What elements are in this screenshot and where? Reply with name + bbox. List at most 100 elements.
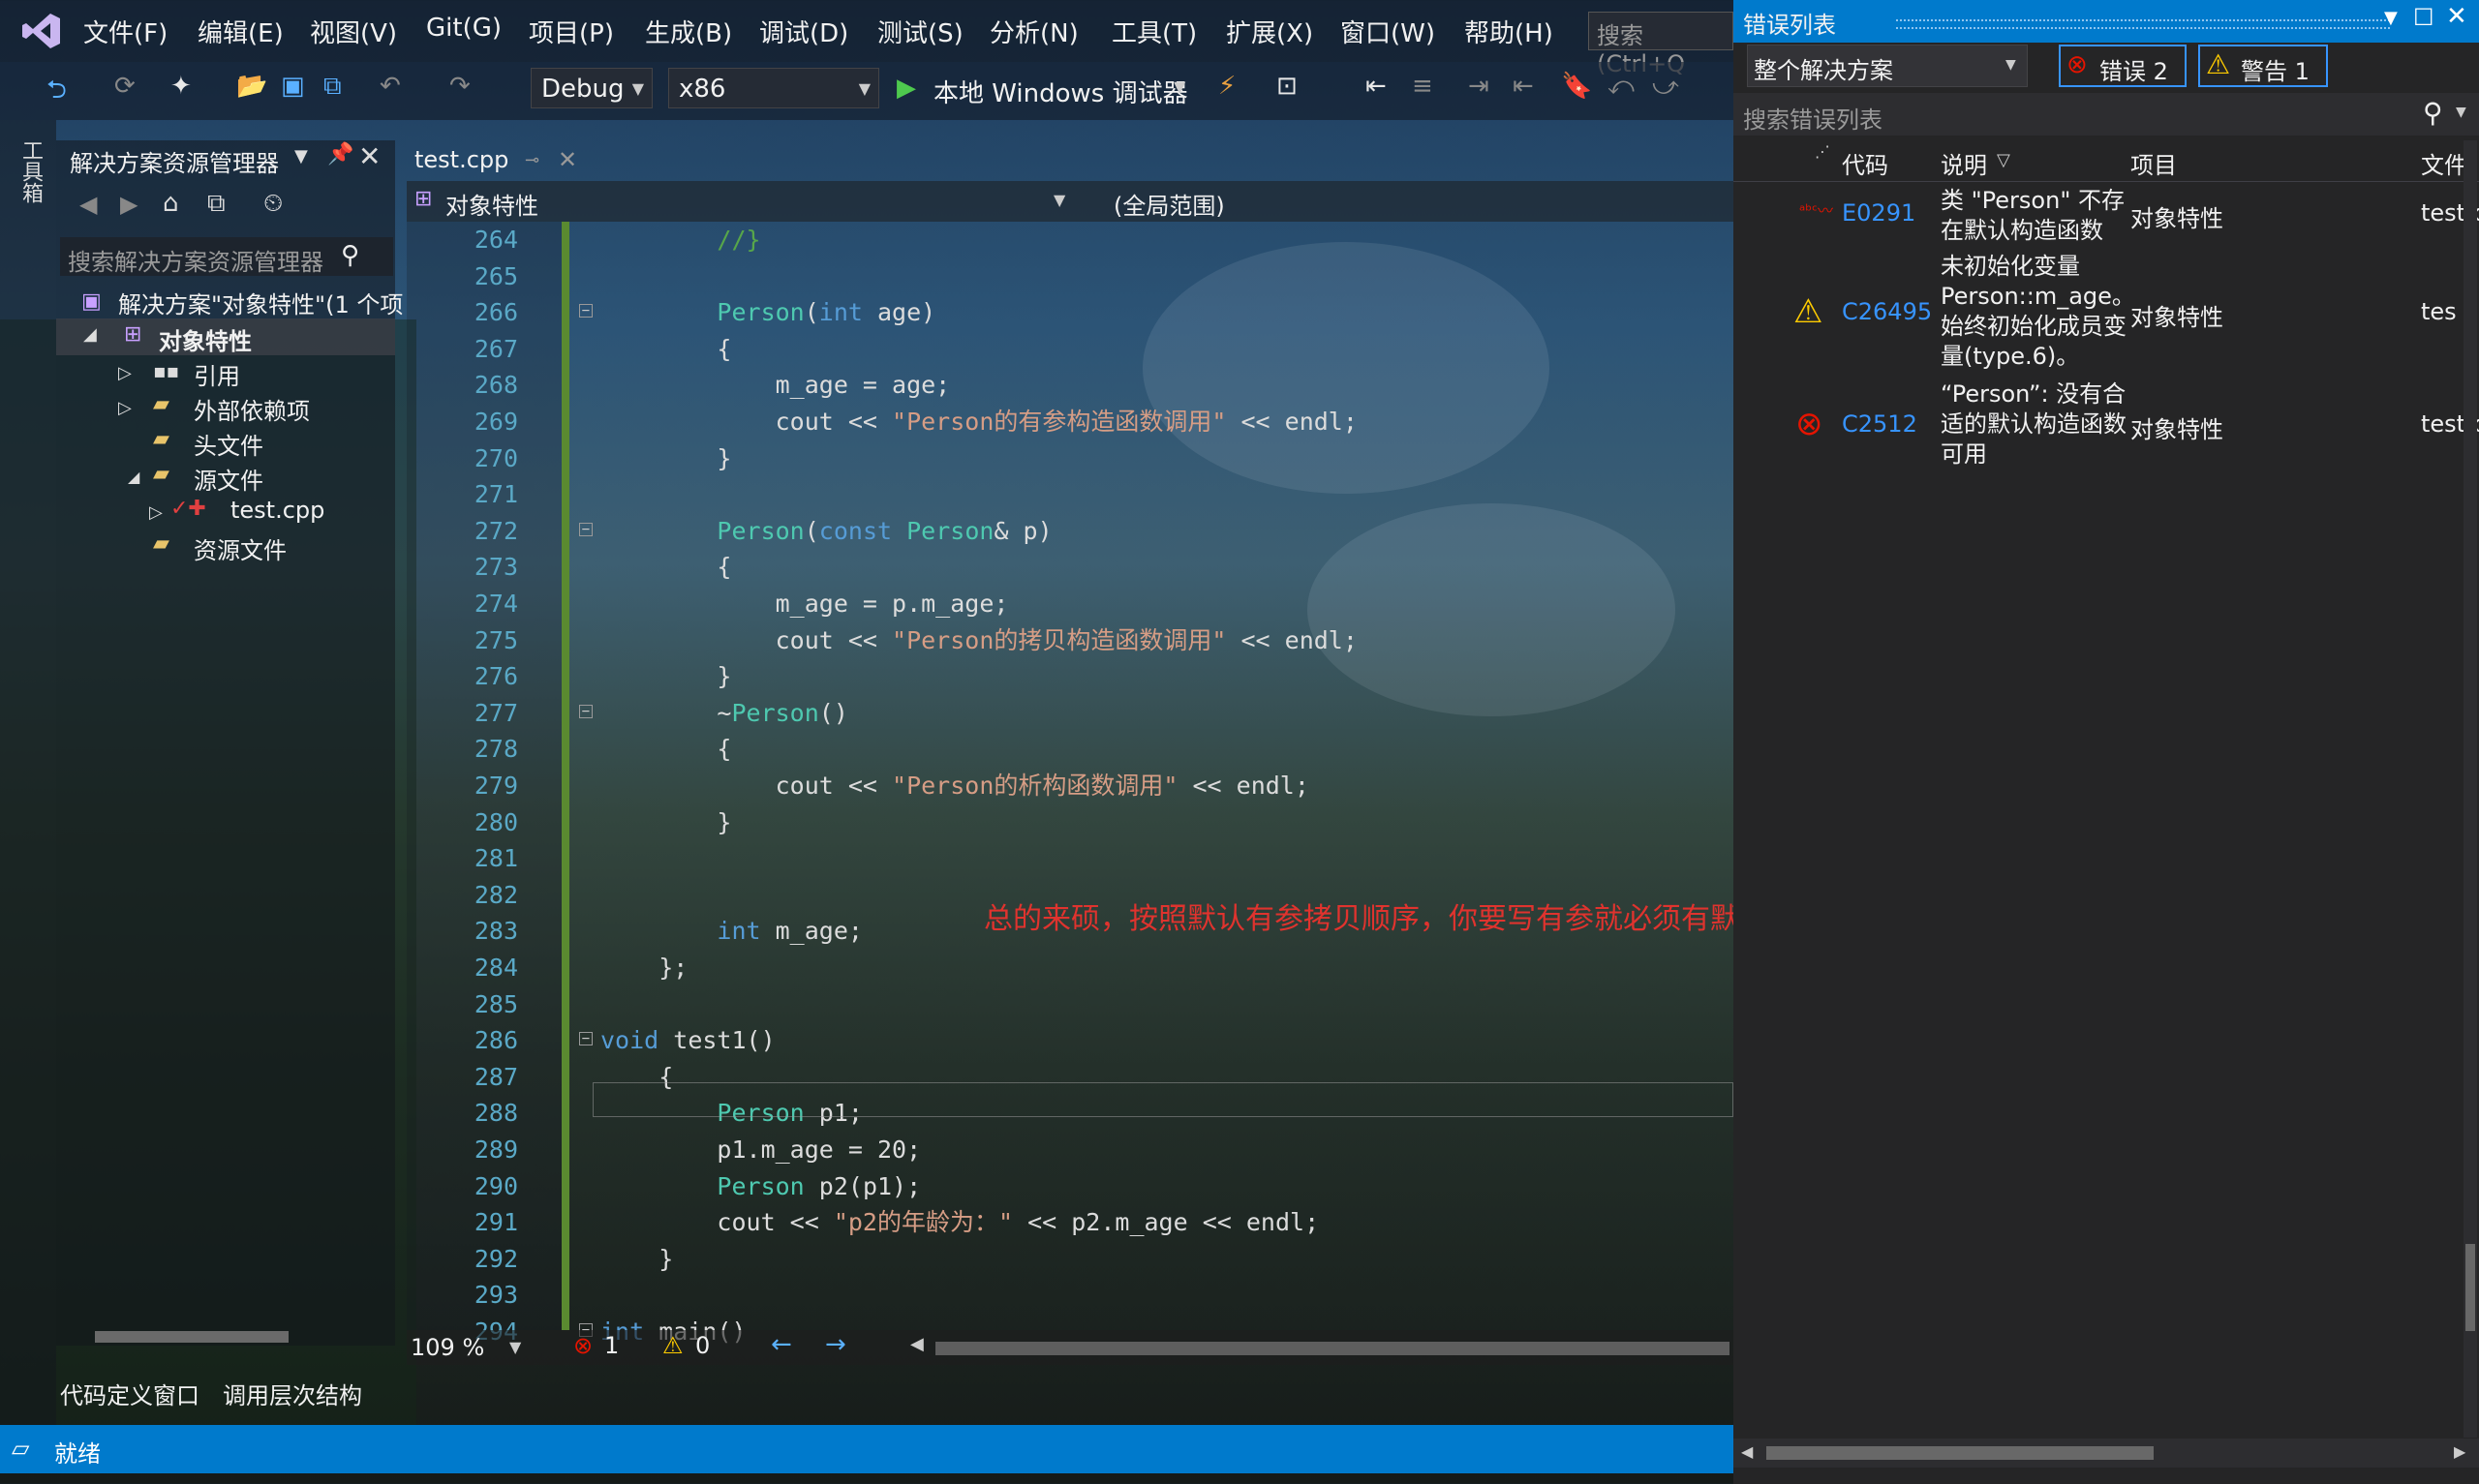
error-code-link[interactable]: C26495: [1842, 298, 1932, 325]
fold-toggle-icon[interactable]: −: [579, 522, 593, 536]
menu-item[interactable]: 视图(V): [310, 14, 397, 49]
fold-toggle-icon[interactable]: −: [579, 1032, 593, 1046]
column-header-code[interactable]: 代码: [1842, 146, 1888, 180]
horizontal-scrollbar[interactable]: [60, 1331, 391, 1345]
hot-reload-icon[interactable]: ⚡: [1218, 72, 1236, 110]
fold-toggle-icon[interactable]: −: [579, 304, 593, 318]
menu-item[interactable]: 分析(N): [990, 14, 1079, 49]
code-line[interactable]: {: [600, 331, 731, 367]
scroll-left-icon[interactable]: ◀: [910, 1334, 924, 1354]
error-code-link[interactable]: C2512: [1842, 410, 1917, 438]
undo-icon[interactable]: ↶: [380, 72, 401, 110]
scrollbar-thumb[interactable]: [1766, 1446, 2154, 1460]
code-line[interactable]: {: [600, 731, 731, 767]
chevron-down-icon[interactable]: ▼: [2384, 8, 2398, 28]
search-box[interactable]: 搜索 (Ctrl+Q: [1588, 12, 1733, 77]
errors-filter-button[interactable]: ⊗ 错误 2: [2059, 45, 2187, 87]
menu-item[interactable]: 文件(F): [83, 14, 168, 49]
tab-code-definition[interactable]: 代码定义窗口: [60, 1377, 199, 1410]
forward-icon[interactable]: ⟳: [114, 72, 136, 110]
editor-tab[interactable]: test.cpp ⊸ ✕: [407, 140, 600, 181]
column-header-description[interactable]: 说明: [1941, 146, 1987, 180]
switch-views-icon[interactable]: ⧉: [207, 189, 226, 219]
code-line[interactable]: m_age = p.m_age;: [600, 586, 1009, 621]
code-line[interactable]: ~Person(): [600, 695, 847, 731]
error-search-input[interactable]: 搜索错误列表 ⚲ ▼: [1733, 93, 2479, 136]
code-line[interactable]: void test1(): [600, 1022, 776, 1058]
next-issue-icon[interactable]: →: [825, 1330, 846, 1359]
scroll-left-icon[interactable]: ◀: [1741, 1442, 1753, 1461]
error-code-link[interactable]: E0291: [1842, 199, 1915, 227]
save-icon[interactable]: ▣: [281, 72, 305, 110]
column-header-project[interactable]: 项目: [2130, 146, 2177, 180]
code-line[interactable]: cout << "Person的析构函数调用" << endl;: [600, 768, 1309, 803]
redo-icon[interactable]: ↷: [449, 72, 471, 110]
fold-toggle-icon[interactable]: −: [579, 704, 593, 718]
home-icon[interactable]: ⌂: [163, 189, 179, 218]
error-icon[interactable]: ⊗: [573, 1332, 593, 1359]
pending-changes-icon[interactable]: ⏲: [263, 189, 283, 219]
member-dropdown[interactable]: (全局范围): [1075, 183, 1724, 220]
scope-dropdown[interactable]: ⊞ 对象特性 ▼: [414, 183, 1073, 220]
next-bookmark-icon[interactable]: ⤻: [1652, 72, 1679, 110]
maximize-icon[interactable]: ☐: [2413, 4, 2434, 31]
code-line[interactable]: Person(const Person& p): [600, 513, 1052, 549]
previous-issue-icon[interactable]: ←: [771, 1330, 792, 1359]
menu-item[interactable]: 编辑(E): [198, 14, 284, 49]
menu-item[interactable]: 工具(T): [1112, 14, 1197, 49]
error-row[interactable]: ᵃᵇᶜ〰 E0291 类 "Person" 不存在默认构造函数 对象特性 tes…: [1733, 184, 2479, 248]
code-line[interactable]: }: [600, 658, 731, 694]
toolbox-tab[interactable]: 工具箱: [14, 139, 43, 203]
new-project-icon[interactable]: ✦: [170, 72, 192, 110]
code-line[interactable]: cout << "Person的拷贝构造函数调用" << endl;: [600, 622, 1358, 658]
error-list-horizontal-scrollbar[interactable]: ◀ ▶: [1733, 1439, 2479, 1468]
close-icon[interactable]: ✕: [558, 146, 577, 173]
comment-icon[interactable]: ≡: [1412, 72, 1433, 110]
scrollbar-thumb[interactable]: [95, 1331, 289, 1343]
vertical-scrollbar[interactable]: [2464, 140, 2477, 1438]
column-header-file[interactable]: 文件: [2421, 146, 2467, 180]
scroll-right-icon[interactable]: ▶: [2454, 1442, 2465, 1461]
indent-icon[interactable]: ⇥: [1468, 72, 1489, 110]
menu-item[interactable]: Git(G): [426, 14, 502, 43]
error-row[interactable]: ⊗ C2512 “Person”: 没有合适的默认构造函数可用 对象特性 tes…: [1733, 379, 2479, 472]
browser-link-icon[interactable]: ⊡: [1276, 72, 1298, 110]
forward-icon[interactable]: ▶: [120, 191, 138, 218]
bookmark-icon[interactable]: 🔖: [1561, 72, 1592, 110]
config-dropdown[interactable]: Debug ▼: [531, 68, 653, 108]
pin-icon[interactable]: 📌: [327, 142, 353, 167]
outdent-icon[interactable]: ⇤: [1513, 72, 1534, 110]
menu-item[interactable]: 窗口(W): [1340, 14, 1435, 49]
solution-search-input[interactable]: 搜索解决方案资源管理器 ⚲: [60, 237, 393, 276]
menu-item[interactable]: 项目(P): [529, 14, 614, 49]
close-icon[interactable]: ✕: [2446, 2, 2467, 31]
code-line[interactable]: }: [600, 804, 731, 840]
code-line[interactable]: cout << "Person的有参构造函数调用" << endl;: [600, 404, 1358, 439]
code-line[interactable]: //}: [600, 222, 760, 257]
pin-icon[interactable]: ⊸: [525, 150, 539, 170]
step-icon[interactable]: ⇤: [1365, 72, 1387, 110]
code-line[interactable]: }: [600, 1241, 673, 1277]
warnings-filter-button[interactable]: ⚠ 警告 1: [2198, 45, 2328, 87]
menu-item[interactable]: 生成(B): [645, 14, 732, 49]
code-line[interactable]: cout << "p2的年龄为：" << p2.m_age << endl;: [600, 1204, 1319, 1240]
horizontal-scrollbar-thumb[interactable]: [935, 1342, 1729, 1355]
scrollbar-thumb[interactable]: [2465, 1244, 2475, 1331]
warning-icon[interactable]: ⚠: [662, 1332, 684, 1359]
tab-call-hierarchy[interactable]: 调用层次结构: [223, 1377, 362, 1410]
code-line[interactable]: m_age = age;: [600, 367, 951, 403]
prev-bookmark-icon[interactable]: ⤺: [1607, 72, 1635, 110]
tree-item-project[interactable]: ◢ ⊞ 对象特性: [56, 318, 395, 355]
code-line[interactable]: }: [600, 440, 731, 476]
code-line[interactable]: Person p2(p1);: [600, 1168, 921, 1204]
code-line[interactable]: {: [600, 549, 731, 585]
menu-item[interactable]: 扩展(X): [1226, 14, 1313, 49]
column-selector-icon[interactable]: ⋰: [1815, 142, 1830, 161]
code-line[interactable]: p1.m_age = 20;: [600, 1132, 921, 1167]
code-line[interactable]: int m_age;: [600, 913, 863, 949]
save-all-icon[interactable]: ⧉: [323, 72, 342, 110]
zoom-dropdown[interactable]: 109 % ▼: [411, 1332, 536, 1363]
open-folder-icon[interactable]: 📂: [236, 72, 267, 110]
chevron-down-icon[interactable]: ▼: [294, 146, 308, 167]
error-row[interactable]: ⚠ C26495 未初始化变量 Person::m_age。始终初始化成员变量(…: [1733, 252, 2479, 376]
